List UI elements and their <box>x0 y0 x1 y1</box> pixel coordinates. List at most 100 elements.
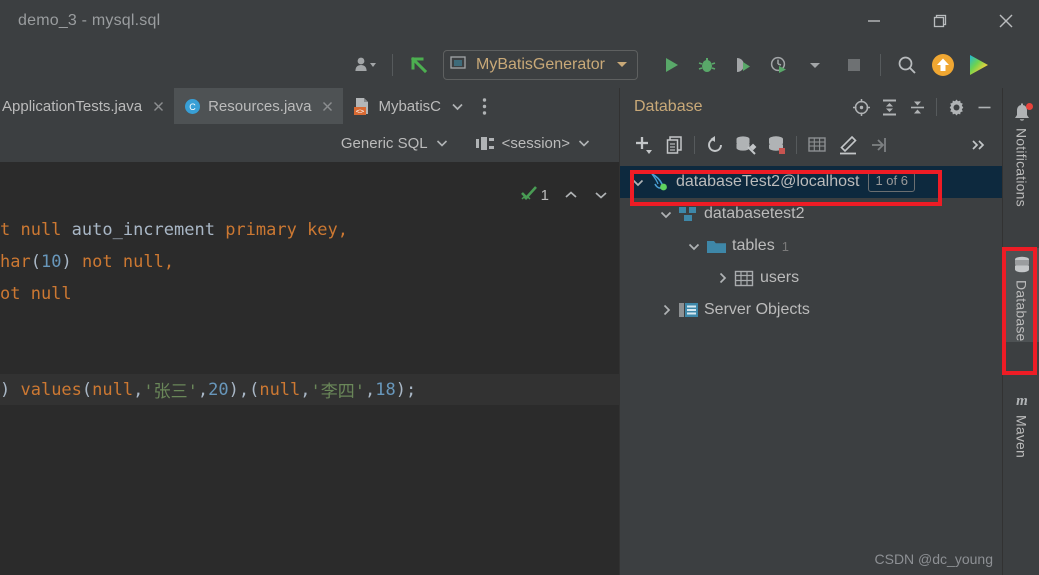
code-token: values <box>10 379 82 400</box>
inspection-widget[interactable]: 1 <box>520 184 609 206</box>
session-selector[interactable]: <session> <box>475 135 591 152</box>
tree-node-tables[interactable]: tables 1 <box>620 230 1002 262</box>
toolbar-divider-2 <box>879 54 881 76</box>
mysql-dolphin-icon <box>648 171 672 193</box>
database-panel-header: Database <box>620 88 1002 126</box>
editor-tab-resources[interactable]: C Resources.java <box>174 88 344 124</box>
code-token: har <box>0 251 31 272</box>
restore-button[interactable] <box>907 0 973 42</box>
header-divider <box>936 98 937 116</box>
toolbar-overflow-button[interactable] <box>970 138 988 152</box>
code-token: ( <box>249 379 260 400</box>
duplicate-button[interactable] <box>659 131 690 159</box>
debug-button[interactable] <box>692 48 722 82</box>
code-line: ot null <box>0 278 619 309</box>
chevron-up-icon[interactable] <box>563 189 579 201</box>
window-controls <box>841 0 1039 42</box>
back-navigate-button[interactable] <box>404 48 434 82</box>
code-token: 10 <box>40 251 62 272</box>
chevron-down-icon[interactable] <box>684 236 704 256</box>
add-datasource-button[interactable] <box>628 131 659 159</box>
code-token: not null, <box>71 251 175 272</box>
editor-tab-applicationtests[interactable]: ApplicationTests.java <box>0 88 174 124</box>
datasource-properties-button[interactable] <box>730 131 761 159</box>
bell-icon <box>1012 103 1033 123</box>
editor-tabs-more-button[interactable] <box>474 88 496 124</box>
open-ddl-editor-button[interactable] <box>832 131 863 159</box>
chevron-right-icon[interactable] <box>712 268 732 288</box>
collapse-all-button[interactable] <box>903 93 931 121</box>
database-tree[interactable]: databaseTest2@localhost 1 of 6 databasetes… <box>620 164 1002 326</box>
jump-to-data-button[interactable] <box>801 131 832 159</box>
tree-node-count: 1 <box>781 238 789 254</box>
tool-window-button-maven[interactable]: m Maven <box>1003 383 1039 458</box>
tree-node-server-objects[interactable]: Server Objects <box>620 294 1002 326</box>
code-token: null <box>259 379 301 400</box>
code-token: null <box>92 379 134 400</box>
chevron-down-icon[interactable] <box>450 101 465 112</box>
editor-tab-mybatisconfig[interactable]: <> MybatisC <box>343 88 474 124</box>
toolbar-divider <box>392 54 393 76</box>
ide-feature-button[interactable] <box>964 48 994 82</box>
code-token: '张三' <box>143 382 198 402</box>
code-token: , <box>197 379 209 400</box>
tree-node-databasetest2[interactable]: databasetest2 <box>620 198 1002 230</box>
modify-datasource-button[interactable] <box>761 131 792 159</box>
search-everywhere-button[interactable] <box>892 48 922 82</box>
ide-window: demo_3 - mysql.sql MyBatisGenerator Appl… <box>0 0 1039 575</box>
close-button[interactable] <box>973 0 1039 42</box>
close-icon[interactable] <box>320 99 334 113</box>
watermark: CSDN @dc_young <box>874 551 994 567</box>
tool-window-button-notifications[interactable]: Notifications <box>1003 96 1039 207</box>
profiler-dropdown-button[interactable] <box>800 48 830 82</box>
chevron-right-icon[interactable] <box>656 300 676 320</box>
profiler-button[interactable] <box>764 48 794 82</box>
svg-text:m: m <box>1016 393 1028 409</box>
tab-label: ApplicationTests.java <box>2 97 143 115</box>
expand-all-button[interactable] <box>875 93 903 121</box>
refresh-button[interactable] <box>699 131 730 159</box>
tree-node-users[interactable]: users <box>620 262 1002 294</box>
maven-m-icon: m <box>1012 390 1032 410</box>
tool-window-button-database[interactable]: Database <box>1003 248 1039 342</box>
code-token: ; <box>406 379 417 400</box>
run-button[interactable] <box>656 48 686 82</box>
locate-in-tree-button[interactable] <box>847 93 875 121</box>
chevron-down-icon <box>435 138 449 148</box>
gear-icon[interactable] <box>942 93 970 121</box>
run-with-coverage-button[interactable] <box>728 48 758 82</box>
minimize-button[interactable] <box>841 0 907 42</box>
hide-panel-button[interactable] <box>970 93 998 121</box>
toolbar-divider-2 <box>796 136 797 154</box>
code-editor[interactable]: 1 t null auto_increment primary key, har(… <box>0 162 619 575</box>
chevron-down-icon[interactable] <box>593 189 609 201</box>
run-config-label: MyBatisGenerator <box>476 56 605 73</box>
user-account-button[interactable] <box>351 48 381 82</box>
code-token: 18 <box>375 379 396 400</box>
chevron-down-icon[interactable] <box>656 204 676 224</box>
database-stack-icon <box>1012 255 1032 275</box>
sql-dialect-selector[interactable]: Generic SQL <box>341 135 449 152</box>
update-project-button[interactable] <box>928 48 958 82</box>
collapse-tree-button[interactable] <box>863 131 894 159</box>
code-token: ( <box>30 251 41 272</box>
close-icon[interactable] <box>151 99 165 113</box>
code-token: primary key, <box>225 219 349 240</box>
tree-node-label: databaseTest2@localhost <box>676 173 860 190</box>
code-token: ( <box>81 379 93 400</box>
sql-dialect-label: Generic SQL <box>340 134 428 152</box>
inspection-count: 1 <box>540 186 549 204</box>
server-objects-icon <box>676 301 700 319</box>
tool-window-label: Database <box>1013 280 1030 342</box>
code-token: , <box>238 379 250 400</box>
stop-button[interactable] <box>839 48 869 82</box>
java-class-circle-icon: C <box>184 98 201 115</box>
code-token: ) <box>61 251 72 272</box>
code-line: har(10) not null, <box>0 246 619 277</box>
tree-node-databasetest2-localhost[interactable]: databaseTest2@localhost 1 of 6 <box>620 166 1002 198</box>
chevron-down-icon[interactable] <box>628 172 648 192</box>
toolbar-divider <box>694 136 695 154</box>
code-token: ) <box>395 379 406 400</box>
run-configuration-selector[interactable]: MyBatisGenerator <box>443 50 638 80</box>
tree-node-badge: 1 of 6 <box>868 172 915 192</box>
